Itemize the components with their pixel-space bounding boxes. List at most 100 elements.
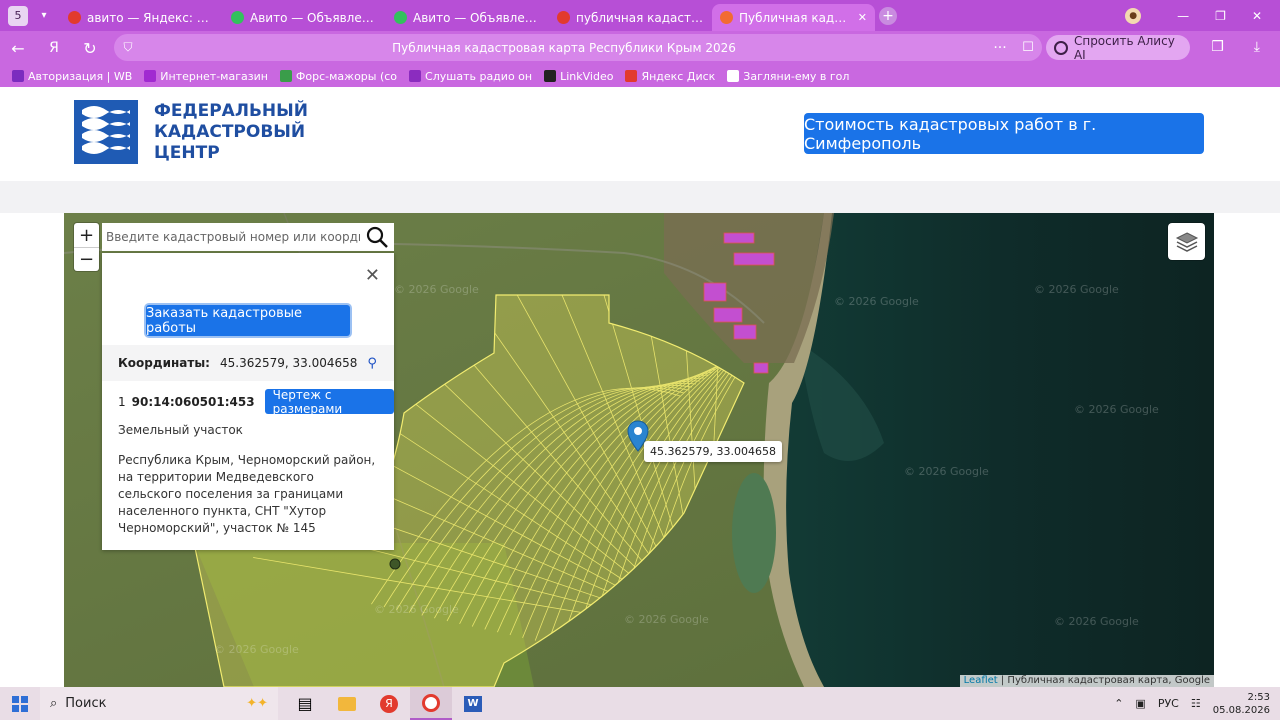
yandex-app-icon[interactable]: Я bbox=[368, 687, 410, 720]
minimize-icon[interactable]: — bbox=[1177, 9, 1189, 23]
keyboard-language[interactable]: РУС bbox=[1158, 697, 1179, 710]
file-explorer-icon[interactable] bbox=[326, 687, 368, 720]
logo-text: ФЕДЕРАЛЬНЫЙ КАДАСТРОВЫЙ ЦЕНТР bbox=[154, 101, 308, 164]
parcel-cadastral-number[interactable]: 90:14:060501:453 bbox=[132, 395, 255, 409]
bookmark-favicon-icon bbox=[144, 70, 157, 82]
logo-line-1: ФЕДЕРАЛЬНЫЙ bbox=[154, 100, 308, 121]
zoom-in-button[interactable]: + bbox=[74, 223, 99, 247]
google-watermark: © 2026 Google bbox=[394, 283, 479, 296]
browser-tab[interactable]: авито — Яндекс: нашлось bbox=[60, 4, 223, 31]
coordinates-value: 45.362579, 33.004658 bbox=[219, 356, 358, 370]
ask-alice-button[interactable]: Спросить Алису AI bbox=[1046, 33, 1190, 62]
coordinates-label: Координаты: bbox=[118, 356, 210, 370]
bookmark-item[interactable]: Слушать радио он bbox=[409, 70, 532, 83]
bookmark-favicon-icon bbox=[625, 70, 638, 82]
order-cadastral-works-button[interactable]: Заказать кадастровые работы bbox=[146, 305, 350, 336]
yandex-browser-icon[interactable] bbox=[410, 687, 452, 720]
google-watermark: © 2026 Google bbox=[1054, 615, 1139, 628]
search-icon[interactable] bbox=[360, 226, 394, 248]
yandex-logo-icon[interactable]: Я bbox=[36, 40, 72, 56]
site-logo[interactable]: ФЕДЕРАЛЬНЫЙ КАДАСТРОВЫЙ ЦЕНТР bbox=[74, 100, 308, 164]
bookmark-label: Интернет-магазин bbox=[160, 69, 268, 83]
windows-start-icon[interactable] bbox=[0, 695, 40, 712]
tray-app-icon[interactable]: ▣ bbox=[1135, 697, 1145, 710]
close-popup-icon[interactable]: ✕ bbox=[365, 265, 380, 286]
back-arrow-icon[interactable]: ← bbox=[0, 39, 36, 58]
taskbar-search[interactable]: ⌕ Поиск ✦✦ bbox=[40, 687, 278, 720]
zoom-out-button[interactable]: − bbox=[74, 247, 99, 271]
new-tab-button[interactable]: + bbox=[879, 6, 897, 25]
close-window-icon[interactable]: ✕ bbox=[1252, 9, 1262, 23]
tray-chevron-icon[interactable]: ⌃ bbox=[1114, 697, 1123, 710]
browser-toolbar: ← Я ↻ ⛉ Публичная кадастровая карта Респ… bbox=[0, 31, 1280, 65]
profile-avatar-icon[interactable]: ● bbox=[1125, 7, 1142, 24]
drawing-with-dimensions-button[interactable]: Чертеж с размерами bbox=[264, 388, 394, 416]
bookmark-label: Форс-мажоры (со bbox=[295, 69, 398, 83]
tab-favicon-icon bbox=[720, 11, 733, 24]
bookmark-favicon-icon bbox=[544, 70, 557, 82]
tab-title: Авито — Объявления на сайте bbox=[250, 10, 378, 25]
bookmark-favicon-icon bbox=[727, 70, 740, 82]
tab-favicon-icon bbox=[557, 11, 570, 24]
bookmark-favicon-icon bbox=[12, 70, 24, 82]
reload-icon[interactable]: ↻ bbox=[72, 39, 108, 58]
map-pin-route-icon[interactable]: ⚲ bbox=[367, 356, 377, 371]
marker-tooltip: 45.362579, 33.004658 bbox=[644, 441, 782, 462]
bookmark-icon[interactable]: ☐ bbox=[1014, 40, 1042, 55]
cadastral-map[interactable]: © 2026 Google © 2026 Google © 2026 Google ©… bbox=[64, 213, 1214, 687]
clock[interactable]: 2:53 05.08.2026 bbox=[1213, 691, 1270, 717]
restore-icon[interactable]: ❐ bbox=[1215, 9, 1226, 23]
google-watermark: © 2026 Google bbox=[1034, 283, 1119, 296]
tab-favicon-icon bbox=[231, 11, 244, 24]
bookmark-item[interactable]: LinkVideo bbox=[544, 70, 613, 83]
close-tab-icon[interactable]: ✕ bbox=[858, 11, 867, 24]
leaflet-link[interactable]: Leaflet bbox=[964, 675, 998, 686]
bookmark-label: LinkVideo bbox=[560, 69, 614, 83]
map-search-bar bbox=[102, 223, 394, 251]
google-watermark: © 2026 Google bbox=[374, 603, 459, 616]
clock-date: 05.08.2026 bbox=[1212, 704, 1270, 716]
ask-alice-label: Спросить Алису AI bbox=[1073, 33, 1175, 62]
parcel-index: 1 bbox=[118, 394, 126, 409]
task-view-icon[interactable]: ▤ bbox=[284, 687, 326, 720]
browser-tab[interactable]: Публичная кадастровая ✕ bbox=[712, 4, 875, 31]
bookmark-label: Авторизация | WB bbox=[28, 69, 133, 83]
downloads-icon[interactable]: ⤓ bbox=[1254, 39, 1260, 55]
site-header: ФЕДЕРАЛЬНЫЙ КАДАСТРОВЫЙ ЦЕНТР Стоимость … bbox=[0, 87, 1280, 181]
browser-tab[interactable]: публичная кадастровая карта bbox=[549, 4, 712, 31]
bookmark-item[interactable]: Авторизация | WB bbox=[12, 70, 132, 83]
attribution-text: | Публичная кадастровая карта, Google bbox=[997, 675, 1210, 686]
tab-favicon-icon bbox=[68, 11, 81, 24]
google-watermark: © 2026 Google bbox=[624, 613, 709, 626]
bookmark-label: Слушать радио он bbox=[425, 69, 533, 83]
cadastral-search-input[interactable] bbox=[102, 230, 360, 244]
bookmark-label: Загляни-ему в гол bbox=[743, 69, 850, 83]
browser-tab[interactable]: Авито — Объявления на сайте bbox=[223, 4, 386, 31]
browser-tab[interactable]: Авито — Объявления на сайте bbox=[386, 4, 549, 31]
tab-counter[interactable]: 5 bbox=[8, 5, 28, 26]
bookmark-favicon-icon bbox=[279, 70, 292, 82]
layers-icon[interactable] bbox=[1168, 223, 1205, 260]
tabs-menu-chevron-icon[interactable]: ▾ bbox=[34, 6, 54, 26]
map-attribution: Leaflet | Публичная кадастровая карта, G… bbox=[959, 675, 1214, 687]
more-icon[interactable]: ··· bbox=[986, 40, 1014, 56]
tab-title: Публичная кадастровая bbox=[739, 10, 852, 25]
network-icon[interactable]: ☷ bbox=[1191, 697, 1201, 710]
windows-taskbar: ⌕ Поиск ✦✦ ▤ Я W ⌃ ▣ РУС ☷ 2:53 05.08.20… bbox=[0, 687, 1280, 720]
word-app-icon[interactable]: W bbox=[452, 687, 494, 720]
bookmark-item[interactable]: Интернет-магазин bbox=[144, 70, 268, 83]
google-watermark: © 2026 Google bbox=[214, 643, 299, 656]
parcel-info-popup: ✕ Заказать кадастровые работы Координаты… bbox=[102, 253, 394, 550]
collections-icon[interactable]: ❒ bbox=[1211, 39, 1224, 55]
page-spacer bbox=[0, 181, 1280, 213]
logo-line-2: КАДАСТРОВЫЙ bbox=[154, 121, 306, 142]
bookmark-item[interactable]: Загляни-ему в гол bbox=[727, 70, 849, 83]
cadastral-cost-button[interactable]: Стоимость кадастровых работ в г. Симферо… bbox=[804, 113, 1204, 154]
bookmark-item[interactable]: Яндекс Диск bbox=[625, 70, 715, 83]
parcel-address: Республика Крым, Черноморский район, на … bbox=[118, 453, 376, 535]
address-bar[interactable]: ⛉ Публичная кадастровая карта Республики… bbox=[114, 34, 1042, 61]
bookmark-item[interactable]: Форс-мажоры (со bbox=[279, 69, 398, 83]
taskbar-search-label: Поиск bbox=[65, 696, 107, 711]
page-title[interactable]: Публичная кадастровая карта Республики К… bbox=[142, 41, 986, 55]
coordinates-row: Координаты: 45.362579, 33.004658 ⚲ bbox=[102, 345, 394, 381]
